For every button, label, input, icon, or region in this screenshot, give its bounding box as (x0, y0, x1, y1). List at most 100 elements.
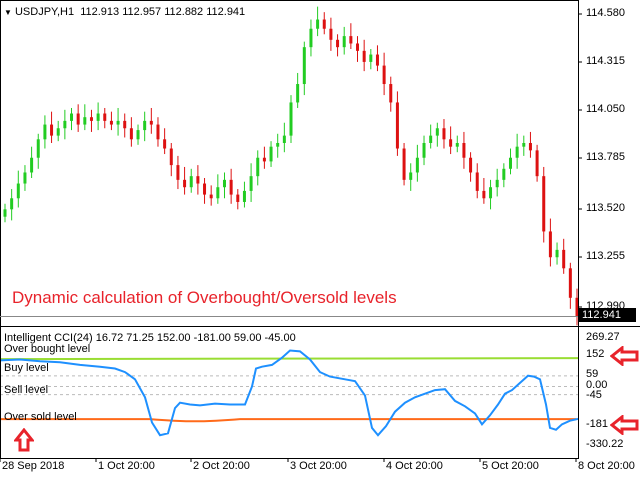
candle-body (395, 102, 399, 149)
candle-body (262, 157, 266, 162)
candle-body (495, 179, 499, 188)
candle-body (269, 146, 273, 162)
candle-body (149, 120, 153, 125)
sell-level-label: Sell level (4, 384, 49, 396)
candle (309, 19, 313, 57)
candle (203, 178, 207, 204)
candle-body (3, 209, 7, 217)
candle (116, 107, 120, 136)
candle-body (23, 172, 27, 184)
candle-body (83, 117, 87, 125)
time-axis-label: 2 Oct 20:00 (193, 460, 250, 472)
candle (375, 45, 379, 72)
candle-body (169, 148, 173, 166)
candle (143, 111, 147, 142)
time-axis-label: 5 Oct 20:00 (482, 460, 539, 472)
candle-body (522, 142, 526, 147)
candle-body (302, 47, 306, 85)
candle (289, 95, 293, 143)
candle (555, 242, 559, 265)
price-axis-label: 113.785 (586, 151, 625, 163)
candle (542, 166, 546, 243)
candle (282, 122, 286, 153)
candle (76, 104, 80, 132)
candle (415, 144, 419, 182)
cci-axis-label: -330.22 (586, 438, 624, 450)
candle-body (189, 176, 193, 188)
candle (36, 133, 40, 169)
candle (50, 111, 54, 143)
candle-body (349, 36, 353, 44)
candle-body (209, 194, 213, 199)
candle-body (289, 102, 293, 136)
candle (103, 107, 107, 129)
candle (369, 49, 373, 70)
candle (409, 163, 413, 191)
candle-body (256, 157, 260, 177)
candle (189, 168, 193, 193)
candle-body (129, 128, 133, 140)
candle (455, 135, 459, 153)
candle-body (389, 84, 393, 103)
candle (296, 72, 300, 108)
cci-axis-label: -45 (586, 389, 602, 401)
candle-body (415, 157, 419, 173)
candle (70, 107, 74, 131)
candle (123, 113, 127, 138)
candle (495, 168, 499, 197)
candle (382, 52, 386, 96)
candle-body (249, 176, 253, 191)
price-axis-label: 114.050 (586, 103, 625, 115)
candle (508, 148, 512, 175)
candle-body (63, 120, 67, 129)
current-price-badge: 112.941 (578, 308, 636, 322)
candle-body (542, 176, 546, 232)
candle (89, 109, 93, 132)
candle (336, 34, 340, 57)
candle-body (369, 54, 373, 62)
buy-level-label: Buy level (4, 362, 49, 374)
candle (389, 76, 393, 112)
candle-body (163, 139, 167, 149)
candle-body (116, 120, 120, 125)
candle (196, 165, 200, 195)
price-axis-label: 113.520 (586, 202, 625, 214)
candle (216, 174, 220, 204)
candle (276, 133, 280, 158)
candle (83, 104, 87, 131)
candle (528, 131, 532, 158)
candle (262, 146, 266, 169)
candle (568, 262, 572, 309)
candle (149, 107, 153, 134)
candle (249, 163, 253, 202)
candle-body (76, 113, 80, 125)
candle (169, 142, 173, 177)
candle-body (455, 142, 459, 147)
candle (16, 170, 20, 208)
candle-body (336, 39, 340, 48)
candle-body (176, 165, 180, 180)
candle (242, 181, 246, 208)
candle-body (528, 142, 532, 151)
candle (209, 185, 213, 206)
candle-body (229, 179, 233, 195)
candle (236, 189, 240, 210)
candle (475, 163, 479, 199)
candle-body (362, 50, 366, 62)
overbought-line (0, 357, 579, 361)
candle (96, 102, 100, 131)
candle-body (276, 142, 280, 147)
time-axis-label: 4 Oct 20:00 (386, 460, 443, 472)
candle (342, 26, 346, 55)
candle-body (409, 172, 413, 180)
candle (163, 128, 167, 155)
candle (3, 203, 7, 223)
cci-indicator (0, 349, 579, 437)
candle-body (222, 179, 226, 188)
arrow-left-icon (610, 415, 639, 435)
candle-body (562, 249, 566, 269)
candle (63, 109, 67, 140)
overlay-annotation: Dynamic calculation of Overbought/Overso… (12, 288, 397, 307)
candle-body (143, 120, 147, 131)
candle (269, 141, 273, 167)
